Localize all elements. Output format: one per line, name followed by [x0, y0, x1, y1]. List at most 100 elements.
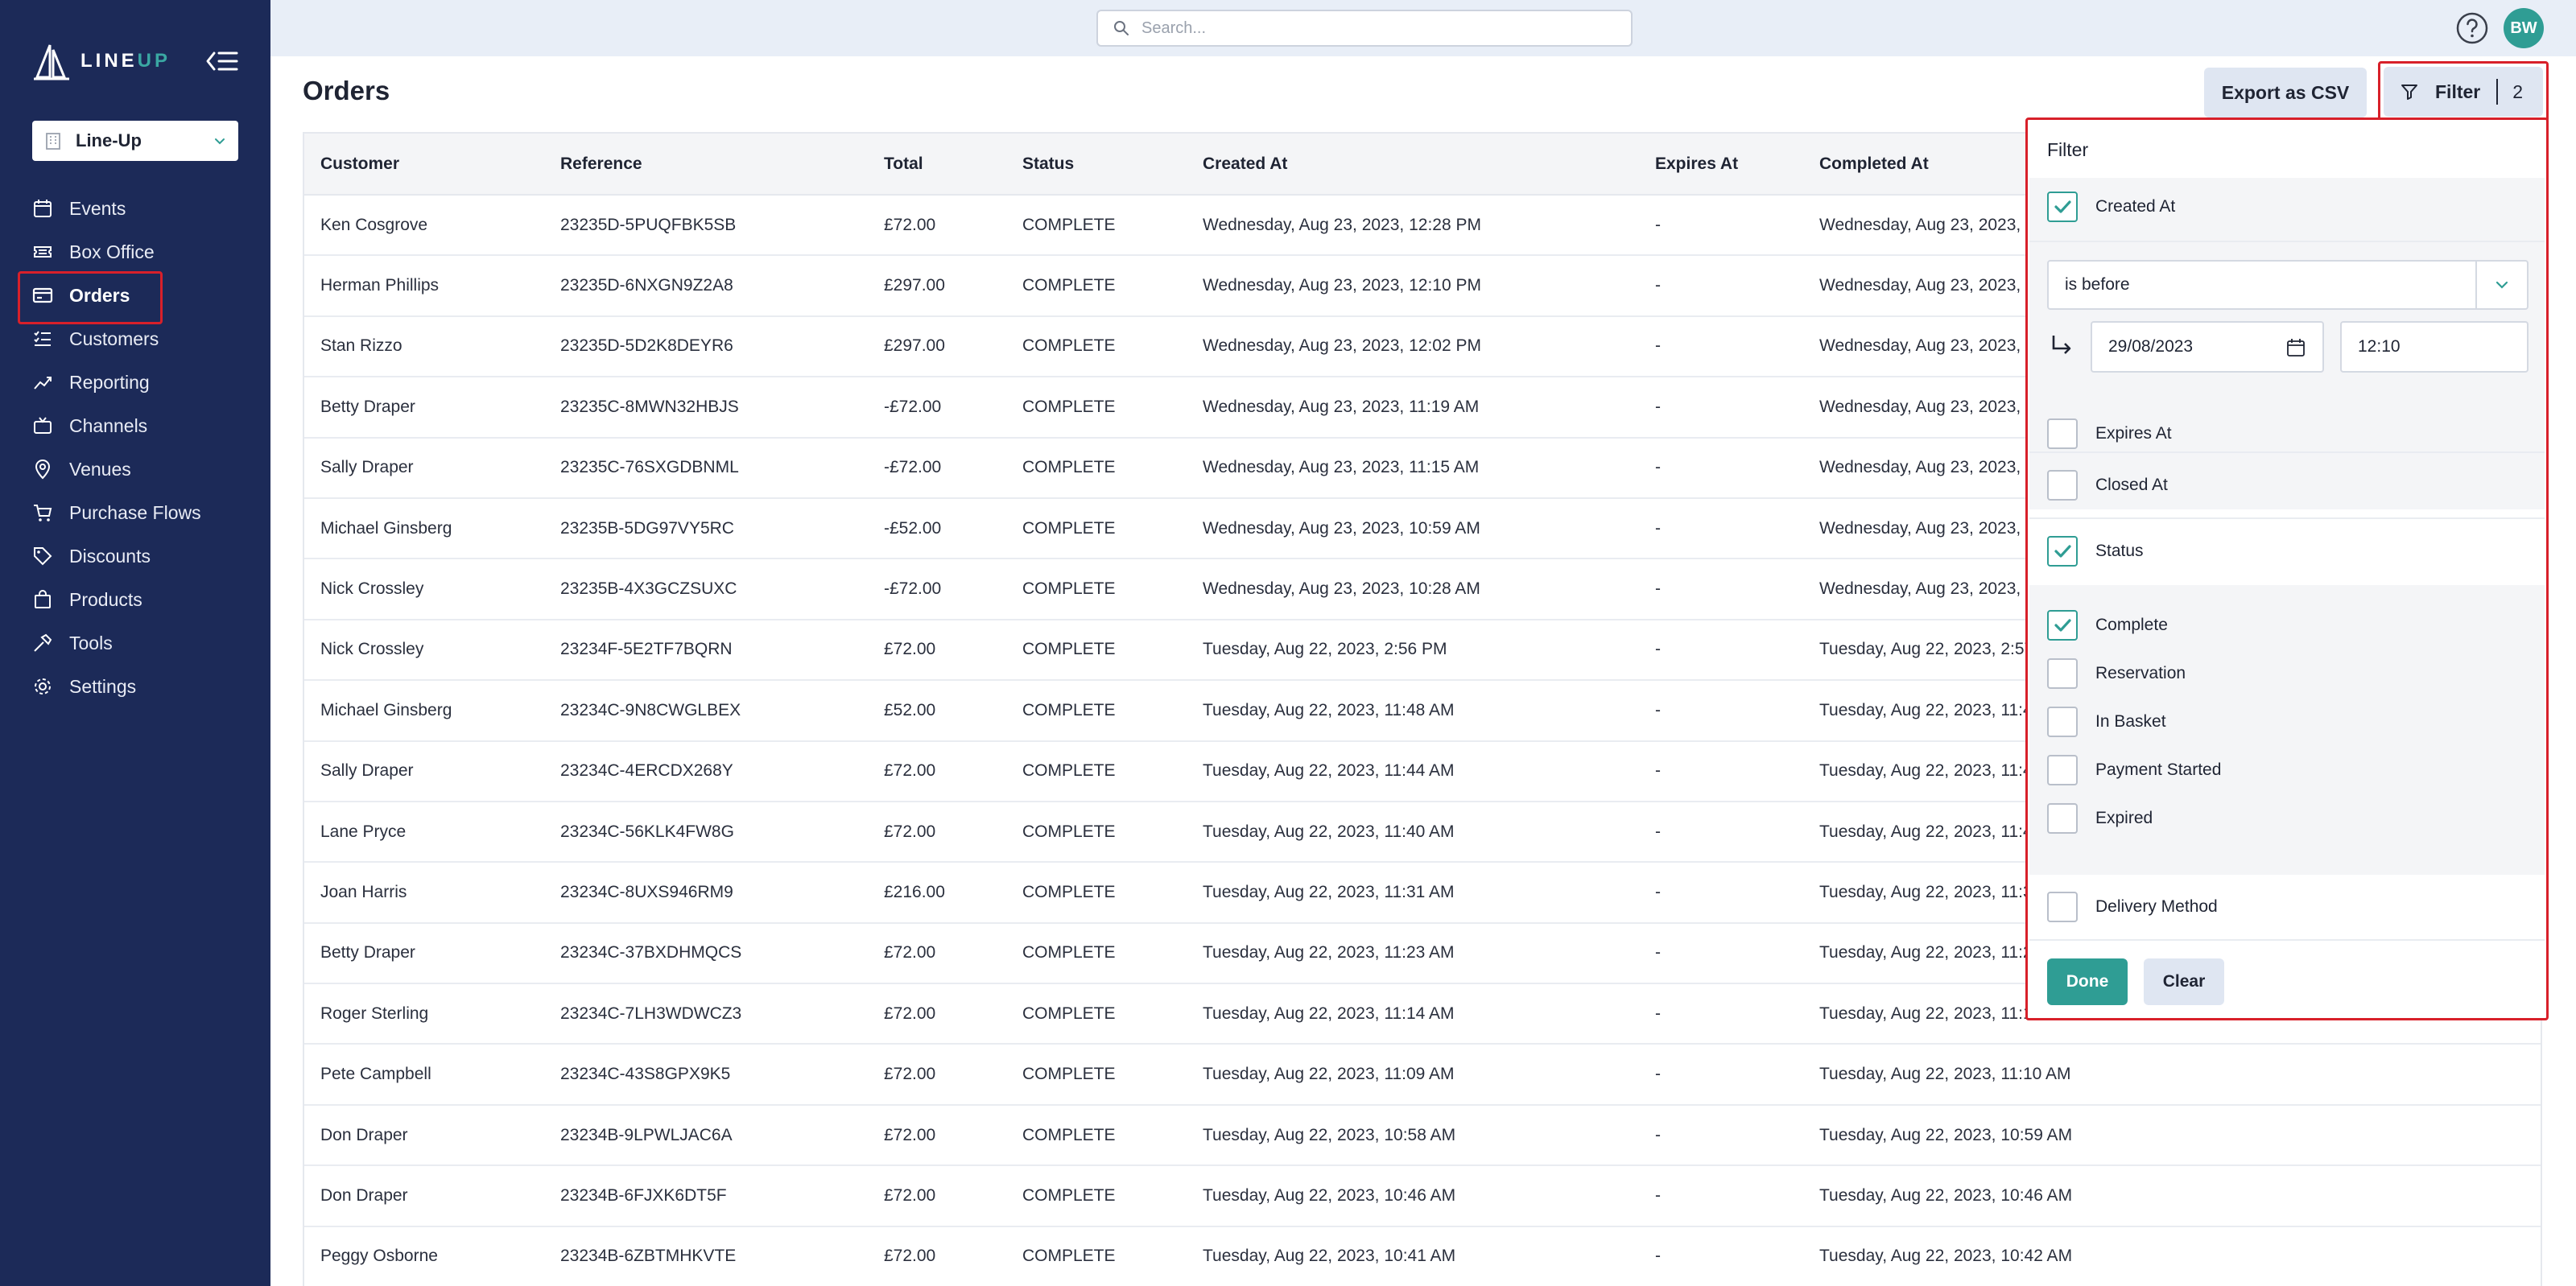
calendar-icon[interactable]	[2285, 337, 2306, 358]
column-header[interactable]: Status	[1006, 134, 1187, 196]
table-cell: COMPLETE	[1006, 255, 1187, 317]
status-option-expired[interactable]: Expired	[2029, 796, 2545, 841]
created-at-filter[interactable]: Created At	[2029, 188, 2545, 226]
sidebar-item-label: Orders	[69, 284, 130, 306]
table-cell: Tuesday, Aug 22, 2023, 11:44 AM	[1187, 740, 1639, 802]
table-cell: Betty Draper	[304, 922, 544, 985]
table-cell: Tuesday, Aug 22, 2023, 11:40 AM	[1187, 801, 1639, 864]
sidebar-item-discounts[interactable]: Discounts	[16, 534, 258, 578]
sidebar-item-events[interactable]: Events	[16, 187, 258, 230]
organization-select[interactable]: Line-Up	[32, 121, 238, 161]
table-cell: -	[1639, 680, 1803, 742]
column-header[interactable]: Created At	[1187, 134, 1639, 196]
sidebar-item-label: Reporting	[69, 371, 150, 393]
table-cell: -	[1639, 437, 1803, 499]
collapse-sidebar-icon[interactable]	[204, 47, 240, 76]
sidebar-item-channels[interactable]: Channels	[16, 404, 258, 447]
filter-icon	[2401, 84, 2417, 100]
sidebar-item-label: Products	[69, 588, 142, 610]
top-bar: BW	[270, 0, 2576, 56]
table-cell: £72.00	[868, 922, 1006, 985]
condition-select[interactable]: is before	[2047, 260, 2529, 310]
table-row[interactable]: Peggy Osborne 23234B-6ZBTMHKVTE £72.00 COMP…	[304, 1226, 2541, 1286]
status-filter[interactable]: Status	[2029, 519, 2545, 583]
table-cell: £72.00	[868, 1044, 1006, 1106]
table-cell: Wednesday, Aug 23, 2023, 11:19 AM	[1187, 377, 1639, 439]
closed-at-checkbox[interactable]	[2047, 470, 2078, 501]
check-icon	[2054, 619, 2071, 632]
status-option-reservation[interactable]: Reservation	[2029, 651, 2545, 696]
table-row[interactable]: Don Draper 23234B-6FJXK6DT5F £72.00 COMPLET…	[304, 1165, 2541, 1227]
status-option-payment-started[interactable]: Payment Started	[2029, 748, 2545, 793]
table-cell: COMPLETE	[1006, 1104, 1187, 1167]
status-option-complete[interactable]: Complete	[2029, 603, 2545, 648]
table-row[interactable]: Pete Campbell 23234C-43S8GPX9K5 £72.00 COMP…	[304, 1044, 2541, 1106]
sidebar-item-venues[interactable]: Venues	[16, 447, 258, 491]
table-cell: Wednesday, Aug 23, 2023, 11:15 AM	[1187, 437, 1639, 499]
sidebar-item-label: Tools	[69, 632, 113, 653]
table-cell: Tuesday, Aug 22, 2023, 10:46 AM	[1803, 1165, 2541, 1227]
avatar[interactable]: BW	[2504, 8, 2544, 48]
filter-panel: Filter Created At is before 29/08/2023 1…	[2025, 117, 2549, 1020]
filter-button[interactable]: Filter 2	[2378, 61, 2549, 122]
sidebar-item-purchase-flows[interactable]: Purchase Flows	[16, 491, 258, 534]
customers-list-icon	[34, 331, 51, 346]
done-button[interactable]: Done	[2047, 958, 2128, 1005]
table-cell: COMPLETE	[1006, 740, 1187, 802]
status-option-in-basket[interactable]: In Basket	[2029, 699, 2545, 744]
reservation-checkbox[interactable]	[2047, 658, 2078, 689]
clear-button[interactable]: Clear	[2144, 958, 2224, 1005]
status-checkbox[interactable]	[2047, 536, 2078, 567]
table-cell: Michael Ginsberg	[304, 680, 544, 742]
table-cell: Wednesday, Aug 23, 2023, 12:10 PM	[1187, 255, 1639, 317]
status-option-label: Expired	[2095, 809, 2153, 827]
delivery-method-filter[interactable]: Delivery Method	[2029, 875, 2545, 939]
sidebar-item-customers[interactable]: Customers	[16, 317, 258, 361]
date-input[interactable]: 29/08/2023	[2091, 321, 2324, 373]
help-icon[interactable]	[2455, 11, 2489, 45]
sidebar-item-reporting[interactable]: Reporting	[16, 361, 258, 404]
sidebar-item-settings[interactable]: Settings	[16, 665, 258, 708]
table-cell: COMPLETE	[1006, 862, 1187, 924]
table-cell: -	[1639, 1165, 1803, 1227]
sidebar-item-label: Discounts	[69, 545, 151, 567]
map-pin-icon	[35, 460, 51, 480]
table-cell: -	[1639, 1226, 1803, 1286]
table-cell: Wednesday, Aug 23, 2023, 12:28 PM	[1187, 195, 1639, 257]
in-basket-checkbox[interactable]	[2047, 707, 2078, 737]
payment-started-checkbox[interactable]	[2047, 755, 2078, 785]
column-header[interactable]: Customer	[304, 134, 544, 196]
table-cell: Tuesday, Aug 22, 2023, 11:14 AM	[1187, 983, 1639, 1045]
table-cell: -	[1639, 497, 1803, 560]
complete-checkbox[interactable]	[2047, 610, 2078, 641]
table-cell: Wednesday, Aug 23, 2023, 12:02 PM	[1187, 315, 1639, 378]
expires-at-checkbox[interactable]	[2047, 418, 2078, 449]
status-option-label: Complete	[2095, 616, 2168, 634]
search-input[interactable]	[1141, 19, 1592, 38]
column-header[interactable]: Reference	[544, 134, 868, 196]
sidebar-item-tools[interactable]: Tools	[16, 621, 258, 665]
expired-checkbox[interactable]	[2047, 803, 2078, 834]
delivery-method-checkbox[interactable]	[2047, 892, 2078, 922]
closed-at-filter[interactable]: Closed At	[2029, 453, 2545, 517]
column-header[interactable]: Expires At	[1639, 134, 1803, 196]
closed-at-label: Closed At	[2095, 476, 2168, 494]
export-csv-button[interactable]: Export as CSV	[2204, 68, 2367, 117]
column-header[interactable]: Total	[868, 134, 1006, 196]
created-at-checkbox[interactable]	[2047, 192, 2078, 222]
gear-icon	[35, 678, 51, 695]
table-cell: Tuesday, Aug 22, 2023, 11:31 AM	[1187, 862, 1639, 924]
table-cell: -£72.00	[868, 559, 1006, 620]
table-cell: Michael Ginsberg	[304, 497, 544, 560]
sidebar-item-box-office[interactable]: Box Office	[16, 230, 258, 274]
table-cell: £72.00	[868, 619, 1006, 682]
time-input[interactable]: 12:10	[2340, 321, 2529, 373]
sidebar-item-products[interactable]: Products	[16, 578, 258, 621]
sidebar-item-orders[interactable]: Orders	[16, 271, 258, 324]
status-option-label: Reservation	[2095, 664, 2186, 682]
filter-panel-title: Filter	[2047, 139, 2089, 160]
table-cell: COMPLETE	[1006, 801, 1187, 864]
table-cell: 23234C-7LH3WDWCZ3	[544, 983, 868, 1045]
search-box[interactable]	[1096, 10, 1633, 47]
table-row[interactable]: Don Draper 23234B-9LPWLJAC6A £72.00 COMPLET…	[304, 1104, 2541, 1167]
